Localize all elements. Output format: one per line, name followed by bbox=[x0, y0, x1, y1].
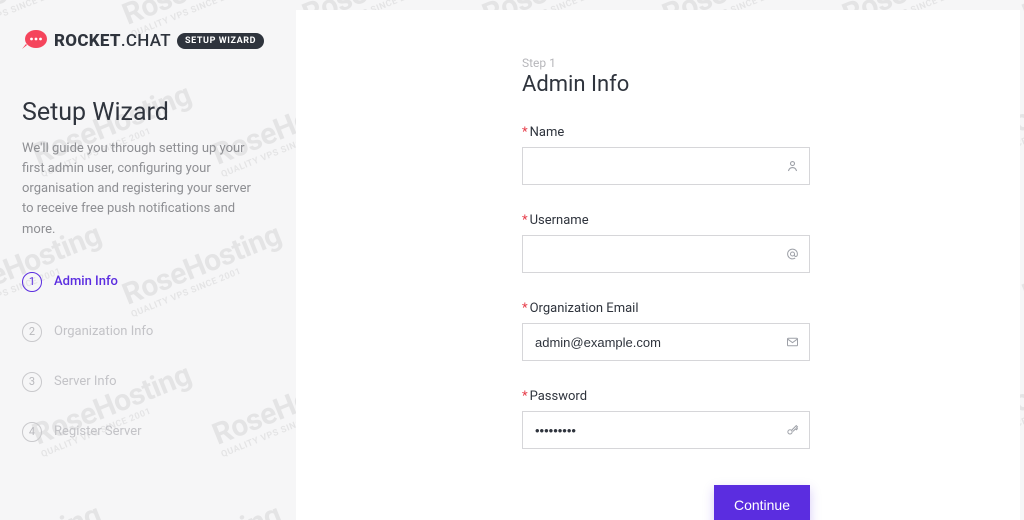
page-title: Admin Info bbox=[522, 72, 810, 97]
sidebar-description: We'll guide you through setting up your … bbox=[22, 139, 262, 240]
sidebar-title: Setup Wizard bbox=[22, 98, 272, 127]
email-label: *Organization Email bbox=[522, 301, 638, 316]
username-input[interactable] bbox=[522, 235, 810, 273]
brand-wordmark: ROCKET.CHAT bbox=[54, 31, 171, 51]
name-input[interactable] bbox=[522, 147, 810, 185]
brand-icon bbox=[22, 28, 48, 54]
step-label: Admin Info bbox=[54, 274, 118, 289]
step-number: 2 bbox=[22, 322, 42, 342]
password-input[interactable] bbox=[522, 411, 810, 449]
password-label: *Password bbox=[522, 389, 587, 404]
continue-button[interactable]: Continue bbox=[714, 485, 810, 520]
step-register-server[interactable]: 4 Register Server bbox=[22, 416, 272, 448]
step-label: Organization Info bbox=[54, 324, 153, 339]
user-icon bbox=[785, 159, 800, 174]
step-list: 1 Admin Info 2 Organization Info 3 Serve… bbox=[22, 266, 272, 448]
organization-email-input[interactable] bbox=[522, 323, 810, 361]
at-icon bbox=[785, 247, 800, 262]
setup-wizard-badge: SETUP WIZARD bbox=[177, 33, 264, 49]
sidebar: ROCKET.CHAT SETUP WIZARD Setup Wizard We… bbox=[0, 0, 296, 520]
field-password: *Password bbox=[522, 385, 810, 449]
field-organization-email: *Organization Email bbox=[522, 297, 810, 361]
step-number: 4 bbox=[22, 422, 42, 442]
step-organization-info[interactable]: 2 Organization Info bbox=[22, 316, 272, 348]
step-admin-info[interactable]: 1 Admin Info bbox=[22, 266, 272, 298]
main-panel: Step 1 Admin Info *Name *Username bbox=[296, 10, 1020, 520]
name-label: *Name bbox=[522, 125, 564, 140]
brand: ROCKET.CHAT SETUP WIZARD bbox=[22, 28, 272, 54]
username-label: *Username bbox=[522, 213, 589, 228]
field-username: *Username bbox=[522, 209, 810, 273]
step-server-info[interactable]: 3 Server Info bbox=[22, 366, 272, 398]
step-label: Server Info bbox=[54, 374, 117, 389]
step-number: 1 bbox=[22, 272, 42, 292]
key-icon[interactable] bbox=[785, 423, 800, 438]
step-number: 3 bbox=[22, 372, 42, 392]
mail-icon bbox=[785, 335, 800, 350]
step-counter: Step 1 bbox=[522, 56, 810, 70]
step-label: Register Server bbox=[54, 424, 142, 439]
field-name: *Name bbox=[522, 121, 810, 185]
